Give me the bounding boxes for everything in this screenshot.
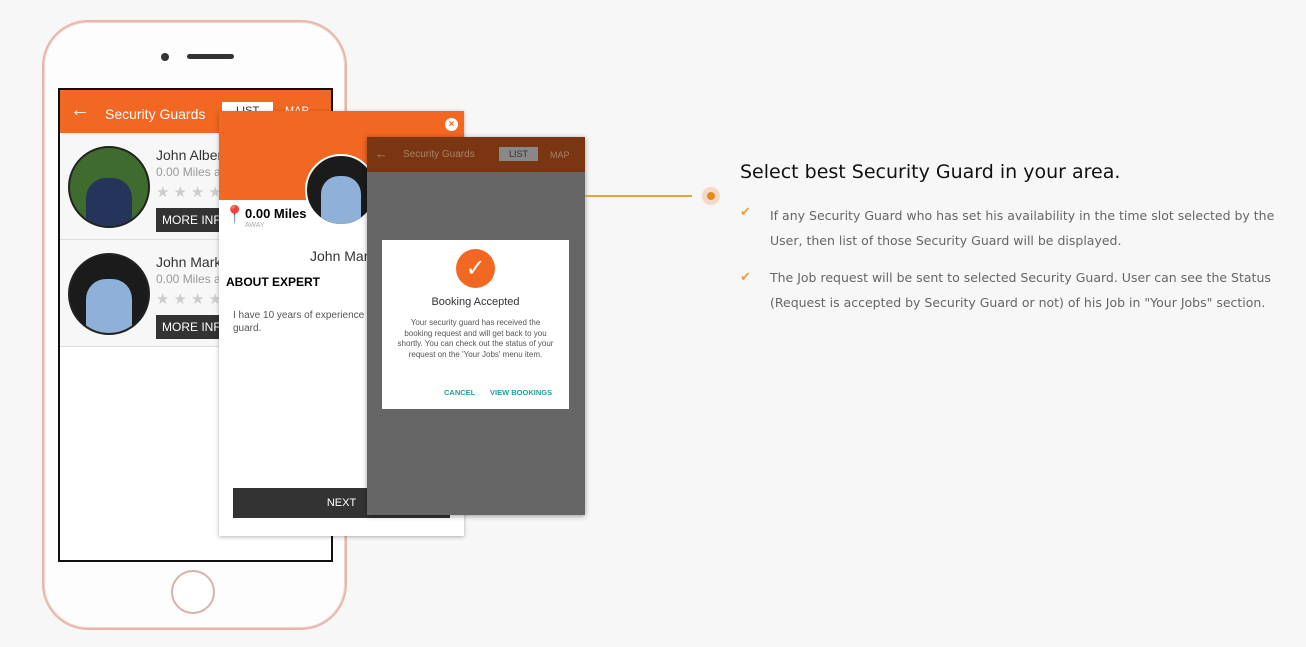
dialog-screen: ← Security Guards LIST MAP ✓ Booking Acc… [367,137,585,515]
camera [161,53,169,61]
avatar [68,146,150,228]
bullet-text: If any Security Guard who has set his av… [770,208,1275,248]
speaker [187,54,234,59]
location-pin-icon: 📍 [224,205,246,224]
bullet-text: The Job request will be sent to selected… [770,270,1271,310]
feature-title: Select best Security Guard in your area. [740,161,1121,183]
distance-label: AWAY [245,222,265,229]
back-arrow-icon[interactable]: ← [70,99,90,122]
tab-list[interactable]: LIST [499,147,539,161]
feature-bullet: ✔ If any Security Guard who has set his … [740,203,1285,253]
distance: 0.00 Miles [245,206,307,221]
guard-name: John Mark [310,248,376,264]
check-icon: ✔ [740,269,751,284]
dialog-message: Your security guard has received the boo… [397,318,554,359]
dialog-title: Booking Accepted [431,296,520,308]
home-button[interactable] [171,570,215,614]
booking-dialog: ✓ Booking Accepted Your security guard h… [382,240,569,409]
connector-dot [702,187,720,205]
check-icon: ✔ [740,204,751,219]
app-header: ← Security Guards LIST MAP [367,137,585,172]
cancel-button[interactable]: CANCEL [444,388,475,397]
tab-map[interactable]: MAP [550,150,570,160]
avatar [68,253,150,335]
back-arrow-icon[interactable]: ← [375,146,388,161]
guard-name: John Mark [156,254,222,270]
close-icon[interactable]: × [445,118,458,131]
check-circle-icon: ✓ [456,249,495,288]
header-title: Security Guards [403,149,475,160]
about-heading: ABOUT EXPERT [226,275,321,289]
header-title: Security Guards [105,106,206,122]
view-bookings-button[interactable]: VIEW BOOKINGS [490,388,552,397]
feature-bullet: ✔ The Job request will be sent to select… [740,265,1285,315]
guard-name: John Albert [156,147,227,163]
connector-line [585,195,692,197]
